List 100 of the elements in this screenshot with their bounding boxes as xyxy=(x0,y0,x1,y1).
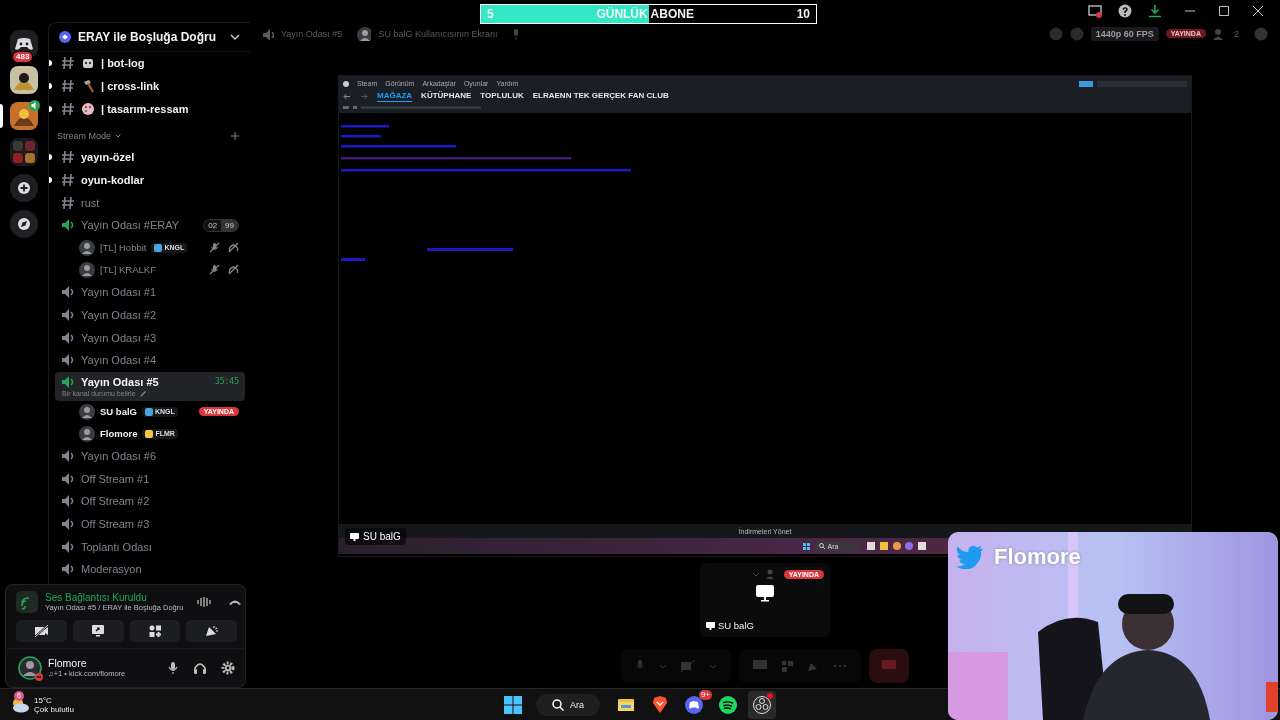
unread-count-badge: 483 xyxy=(12,51,34,63)
bird-icon xyxy=(956,545,984,569)
voice-channel[interactable]: Moderasyon xyxy=(55,558,245,580)
screen-share-button[interactable] xyxy=(72,620,124,642)
avatar-icon xyxy=(357,26,372,41)
avatar-icon xyxy=(79,403,95,420)
search-icon xyxy=(818,543,825,549)
soundboard-button[interactable] xyxy=(186,620,237,642)
viewer-count: 2 xyxy=(1234,28,1239,39)
streamer-name: SU balG xyxy=(363,531,401,542)
palette-icon xyxy=(81,101,95,116)
text-channel[interactable]: | bot-log xyxy=(49,52,245,75)
hash-icon xyxy=(61,100,75,117)
music-circle-icon xyxy=(719,695,737,714)
home-button[interactable] xyxy=(10,30,38,58)
server-header[interactable]: ERAY ile Boşluğa Doğru xyxy=(49,23,250,52)
weather-condition: Çok bulutlu xyxy=(34,704,75,714)
chevron-down-icon xyxy=(115,134,122,139)
voice-channel[interactable]: Yayın Odası #6 xyxy=(55,444,245,468)
nav-tab[interactable]: TOPLULUK xyxy=(480,91,524,102)
server-badge-icon xyxy=(59,31,71,43)
hang-up-icon[interactable] xyxy=(228,598,243,606)
member-row[interactable]: [TL] KRALKF xyxy=(55,258,245,281)
monitor-icon xyxy=(756,585,774,602)
steam-logo-icon xyxy=(343,80,349,87)
search-icon xyxy=(552,698,564,711)
pencil-icon xyxy=(138,389,147,398)
stream-quality-label: 1440p 60 FPS xyxy=(1090,26,1159,41)
voice-channel[interactable]: Off Stream #3 xyxy=(55,512,245,536)
nav-tab[interactable]: MAĞAZA xyxy=(377,91,413,102)
voice-channel[interactable]: Yayın Odası #2 xyxy=(55,303,245,327)
add-server-icon[interactable] xyxy=(10,174,38,202)
user-limit-badge: 02 99 xyxy=(203,218,239,232)
notification-button[interactable] xyxy=(1079,80,1093,87)
add-channel-icon[interactable] xyxy=(231,132,239,141)
avatar-icon xyxy=(79,239,95,256)
headphones-icon[interactable] xyxy=(193,660,207,675)
user-avatar-icon xyxy=(18,655,42,680)
member-name: [TL] KRALKF xyxy=(100,264,156,276)
maximize-icon[interactable] xyxy=(1218,5,1230,17)
stream-title: SU balG Kullanıcısının Ekranı xyxy=(378,28,498,39)
controller-icon xyxy=(685,695,703,714)
soundboard-icon xyxy=(203,623,220,639)
tag-emblem-icon xyxy=(154,243,163,252)
start-icon[interactable] xyxy=(802,542,810,550)
microphone-icon xyxy=(512,27,521,40)
controller-icon xyxy=(15,37,33,51)
voice-channel[interactable]: Yayın Odası #3 xyxy=(55,326,245,349)
download-icon[interactable] xyxy=(1148,4,1162,18)
server-icon[interactable] xyxy=(10,102,38,130)
speaker-icon xyxy=(262,27,274,40)
back-arrow-icon[interactable] xyxy=(343,93,351,100)
server-icon[interactable] xyxy=(10,66,38,94)
hash-icon xyxy=(61,194,75,211)
connection-status: Ses Bağlantısı Kuruldu xyxy=(45,592,148,603)
signal-icon xyxy=(16,591,38,613)
waveform-icon[interactable] xyxy=(197,596,212,608)
chevron-down-icon xyxy=(230,34,240,40)
nav-tab[interactable]: KÜTÜPHANE xyxy=(421,91,472,102)
activities-button[interactable] xyxy=(129,620,181,642)
tag-emblem-icon xyxy=(144,407,153,416)
voice-channel[interactable]: Yayın Odası #1 xyxy=(55,280,245,304)
voice-channel[interactable]: Yayın Odası #ERAY 02 99 xyxy=(55,214,245,237)
text-channel[interactable]: | cross-link xyxy=(49,74,245,98)
do-not-disturb-icon xyxy=(35,672,43,681)
taskbar-app-button[interactable] xyxy=(748,690,776,719)
category-header[interactable]: Stream Mode xyxy=(57,131,112,142)
text-channel[interactable]: | tasarım-ressam xyxy=(49,97,245,121)
robot-icon xyxy=(81,56,95,71)
camera-button[interactable] xyxy=(16,620,67,642)
lion-shield-icon xyxy=(651,695,669,714)
search-field[interactable]: Ara xyxy=(536,693,600,716)
voice-channel[interactable]: Off Stream #1 xyxy=(55,467,245,490)
nav-tab[interactable]: ELRAENN TEK GERÇEK FAN CLUB xyxy=(532,91,669,102)
member-name: [TL] Hobbit xyxy=(100,242,147,254)
start-icon[interactable] xyxy=(504,695,522,714)
streamer-name: SU balG xyxy=(718,620,754,631)
settings-icon[interactable] xyxy=(221,660,235,675)
microphone-icon[interactable] xyxy=(167,660,179,675)
goal-current-count: 5 xyxy=(487,7,494,21)
help-icon[interactable] xyxy=(1118,4,1132,18)
text-channel[interactable]: yayın-özel xyxy=(49,146,245,169)
voice-channel[interactable]: Off Stream #2 xyxy=(55,489,245,513)
close-icon[interactable] xyxy=(1252,5,1264,17)
voice-channel[interactable]: Toplantı Odası xyxy=(55,535,245,558)
voice-channel[interactable]: Yayın Odası #4 xyxy=(55,348,245,372)
member-name: SU balG xyxy=(100,406,137,418)
goal-label: GÜNLÜK ABONE xyxy=(595,7,695,21)
tag-emblem-icon xyxy=(145,429,154,438)
hammer-icon xyxy=(81,79,95,94)
server-folder-icon[interactable] xyxy=(10,138,38,166)
speaker-icon xyxy=(29,100,40,111)
avatar-icon xyxy=(79,425,95,442)
hash-icon xyxy=(61,78,75,95)
camera-off-icon xyxy=(33,623,50,639)
screen-record-icon[interactable] xyxy=(1088,4,1102,18)
compass-icon[interactable] xyxy=(10,210,38,238)
notification-badge: 9+ xyxy=(698,689,712,700)
text-channel[interactable]: rust xyxy=(49,191,245,215)
text-channel[interactable]: oyun-kodlar xyxy=(49,168,245,192)
